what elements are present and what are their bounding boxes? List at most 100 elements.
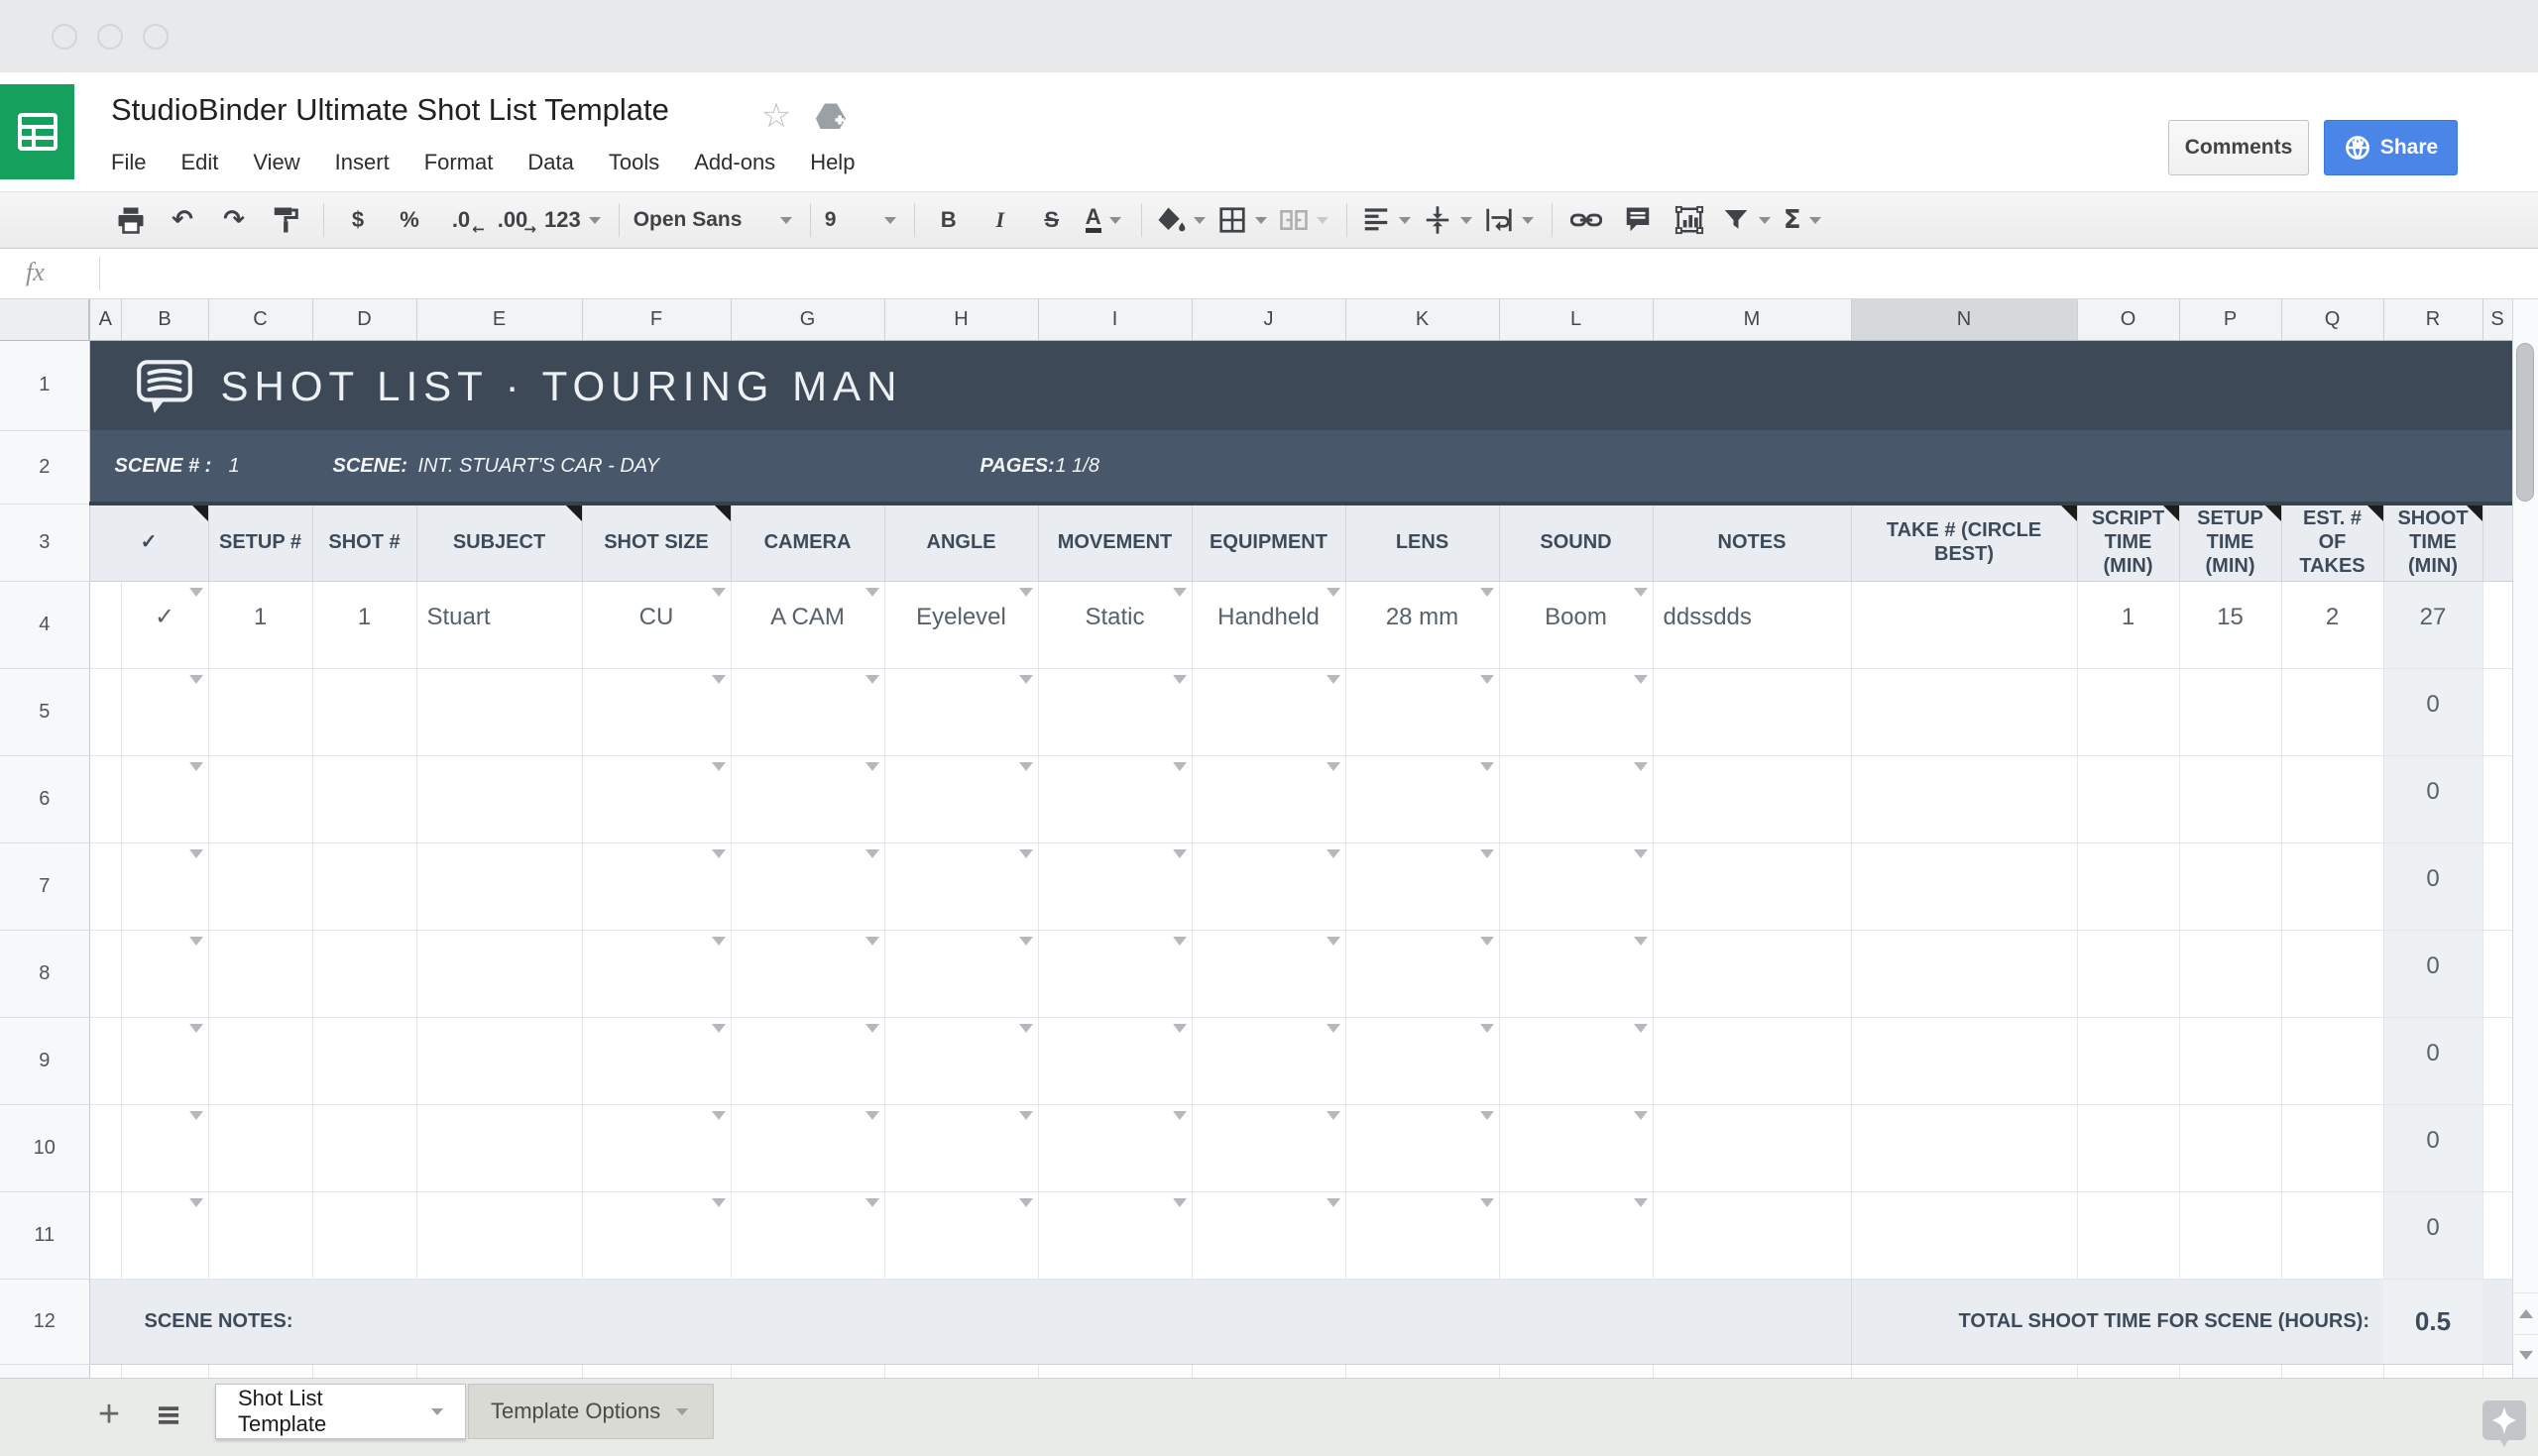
cell-j4-equipment[interactable]: Handheld [1192, 581, 1346, 669]
header-script-time[interactable]: SCRIPT TIME (MIN) [2077, 502, 2180, 582]
row-header-1[interactable]: 1 [0, 340, 90, 431]
dropdown-icon[interactable] [1018, 1197, 1033, 1207]
cell-dropdown[interactable] [1038, 930, 1193, 1018]
row-header-7[interactable]: 7 [0, 842, 90, 931]
cell-dropdown[interactable] [121, 755, 209, 843]
cell-dropdown[interactable] [731, 930, 885, 1018]
cell[interactable] [2383, 1364, 2483, 1378]
cell-dropdown[interactable] [582, 1191, 732, 1280]
cell[interactable] [89, 1017, 122, 1105]
cell-b4-check[interactable]: ✓ [121, 581, 209, 669]
tab-shot-list-template[interactable]: Shot List Template [215, 1384, 466, 1439]
dropdown-icon[interactable] [188, 1197, 203, 1207]
column-header-c[interactable]: C [208, 299, 313, 341]
row-header-13[interactable] [0, 1364, 90, 1378]
dropdown-icon[interactable] [1326, 674, 1340, 684]
dropdown-icon[interactable] [1479, 1023, 1494, 1033]
cell[interactable] [89, 842, 122, 931]
column-header-q[interactable]: Q [2281, 299, 2384, 341]
cell-p4-setup-time[interactable]: 15 [2179, 581, 2282, 669]
scene-info-banner[interactable]: SCENE # : 1 SCENE: INT. STUART'S CAR - D… [89, 430, 2512, 504]
cell-dropdown[interactable] [1192, 842, 1346, 931]
cell-k4-lens[interactable]: 28 mm [1345, 581, 1500, 669]
column-header-n-selected[interactable]: N [1851, 299, 2078, 341]
dropdown-icon[interactable] [865, 1110, 879, 1120]
cell-shoot-time[interactable]: 0 [2383, 930, 2483, 1018]
dropdown-icon[interactable] [1018, 761, 1033, 771]
cell-shoot-time[interactable]: 0 [2383, 1104, 2483, 1192]
cell-dropdown[interactable] [121, 1017, 209, 1105]
dropdown-icon[interactable] [1479, 936, 1494, 946]
cell-dropdown[interactable] [731, 1104, 885, 1192]
dropdown-icon[interactable] [1018, 848, 1033, 858]
share-button[interactable]: Share [2324, 120, 2458, 175]
decrease-decimal-button[interactable]: .0 ← [441, 200, 485, 240]
star-icon[interactable]: ☆ [758, 98, 794, 134]
cell[interactable] [312, 842, 417, 931]
format-percent-button[interactable]: % [390, 200, 429, 240]
cell-g4-camera[interactable]: A CAM [731, 581, 885, 669]
cell[interactable] [2281, 1364, 2384, 1378]
dropdown-icon[interactable] [711, 1197, 726, 1207]
cell[interactable] [121, 1364, 209, 1378]
header-movement[interactable]: MOVEMENT [1038, 502, 1193, 582]
dropdown-icon[interactable] [711, 587, 726, 597]
horizontal-align-button[interactable] [1361, 200, 1411, 240]
add-sheet-button[interactable]: + [87, 1393, 131, 1436]
row-header-5[interactable]: 5 [0, 668, 90, 756]
dropdown-icon[interactable] [1172, 1197, 1187, 1207]
cell[interactable] [2077, 668, 2180, 756]
print-button[interactable] [111, 200, 151, 240]
merge-cells-button[interactable] [1279, 200, 1328, 240]
cell-dropdown[interactable] [121, 842, 209, 931]
cell[interactable] [2482, 1104, 2512, 1192]
cell[interactable] [208, 1104, 313, 1192]
cell[interactable] [2077, 755, 2180, 843]
cell-r4-shoot-time[interactable]: 27 [2383, 581, 2483, 669]
row-header-9[interactable]: 9 [0, 1017, 90, 1105]
dropdown-icon[interactable] [188, 1110, 203, 1120]
cell-dropdown[interactable] [121, 1191, 209, 1280]
dropdown-icon[interactable] [188, 1023, 203, 1033]
cell-dropdown[interactable] [1345, 755, 1500, 843]
dropdown-icon[interactable] [188, 587, 203, 597]
total-shoot-time-label-cell[interactable]: TOTAL SHOOT TIME FOR SCENE (HOURS): [1851, 1279, 2383, 1365]
dropdown-icon[interactable] [865, 1023, 879, 1033]
cell-dropdown[interactable] [582, 668, 732, 756]
header-equipment[interactable]: EQUIPMENT [1192, 502, 1346, 582]
cell[interactable] [2179, 930, 2282, 1018]
cell-dropdown[interactable] [884, 842, 1039, 931]
header-angle[interactable]: ANGLE [884, 502, 1039, 582]
column-header-b[interactable]: B [121, 299, 209, 341]
dropdown-icon[interactable] [188, 936, 203, 946]
menu-edit[interactable]: Edit [180, 150, 218, 175]
cell-f4-shot-size[interactable]: CU [582, 581, 732, 669]
cell[interactable] [312, 1364, 417, 1378]
cell-dropdown[interactable] [731, 755, 885, 843]
dropdown-icon[interactable] [1479, 674, 1494, 684]
cell[interactable] [582, 1364, 732, 1378]
cell-dropdown[interactable] [731, 1017, 885, 1105]
header-camera[interactable]: CAMERA [731, 502, 885, 582]
insert-link-button[interactable] [1566, 200, 1606, 240]
header-setup[interactable]: SETUP # [208, 502, 313, 582]
dropdown-icon[interactable] [1479, 1197, 1494, 1207]
menu-view[interactable]: View [253, 150, 299, 175]
cell[interactable] [1653, 930, 1852, 1018]
functions-button[interactable]: Σ [1783, 200, 1822, 240]
dropdown-icon[interactable] [1172, 848, 1187, 858]
cell[interactable] [416, 1104, 583, 1192]
dropdown-icon[interactable] [865, 848, 879, 858]
column-header-j[interactable]: J [1192, 299, 1346, 341]
column-header-g[interactable]: G [731, 299, 885, 341]
redo-button[interactable]: ↷ [214, 200, 254, 240]
header-shoot-time[interactable]: SHOOT TIME (MIN) [2383, 502, 2483, 582]
scene-notes-cell[interactable]: SCENE NOTES: [89, 1279, 1852, 1365]
dropdown-icon[interactable] [1633, 674, 1648, 684]
font-size-select[interactable]: 9 [825, 200, 896, 240]
format-currency-button[interactable]: $ [338, 200, 378, 240]
dropdown-icon[interactable] [1018, 587, 1033, 597]
increase-decimal-button[interactable]: .00 → [493, 200, 536, 240]
cell-dropdown[interactable] [1192, 668, 1346, 756]
cell[interactable] [2179, 755, 2282, 843]
